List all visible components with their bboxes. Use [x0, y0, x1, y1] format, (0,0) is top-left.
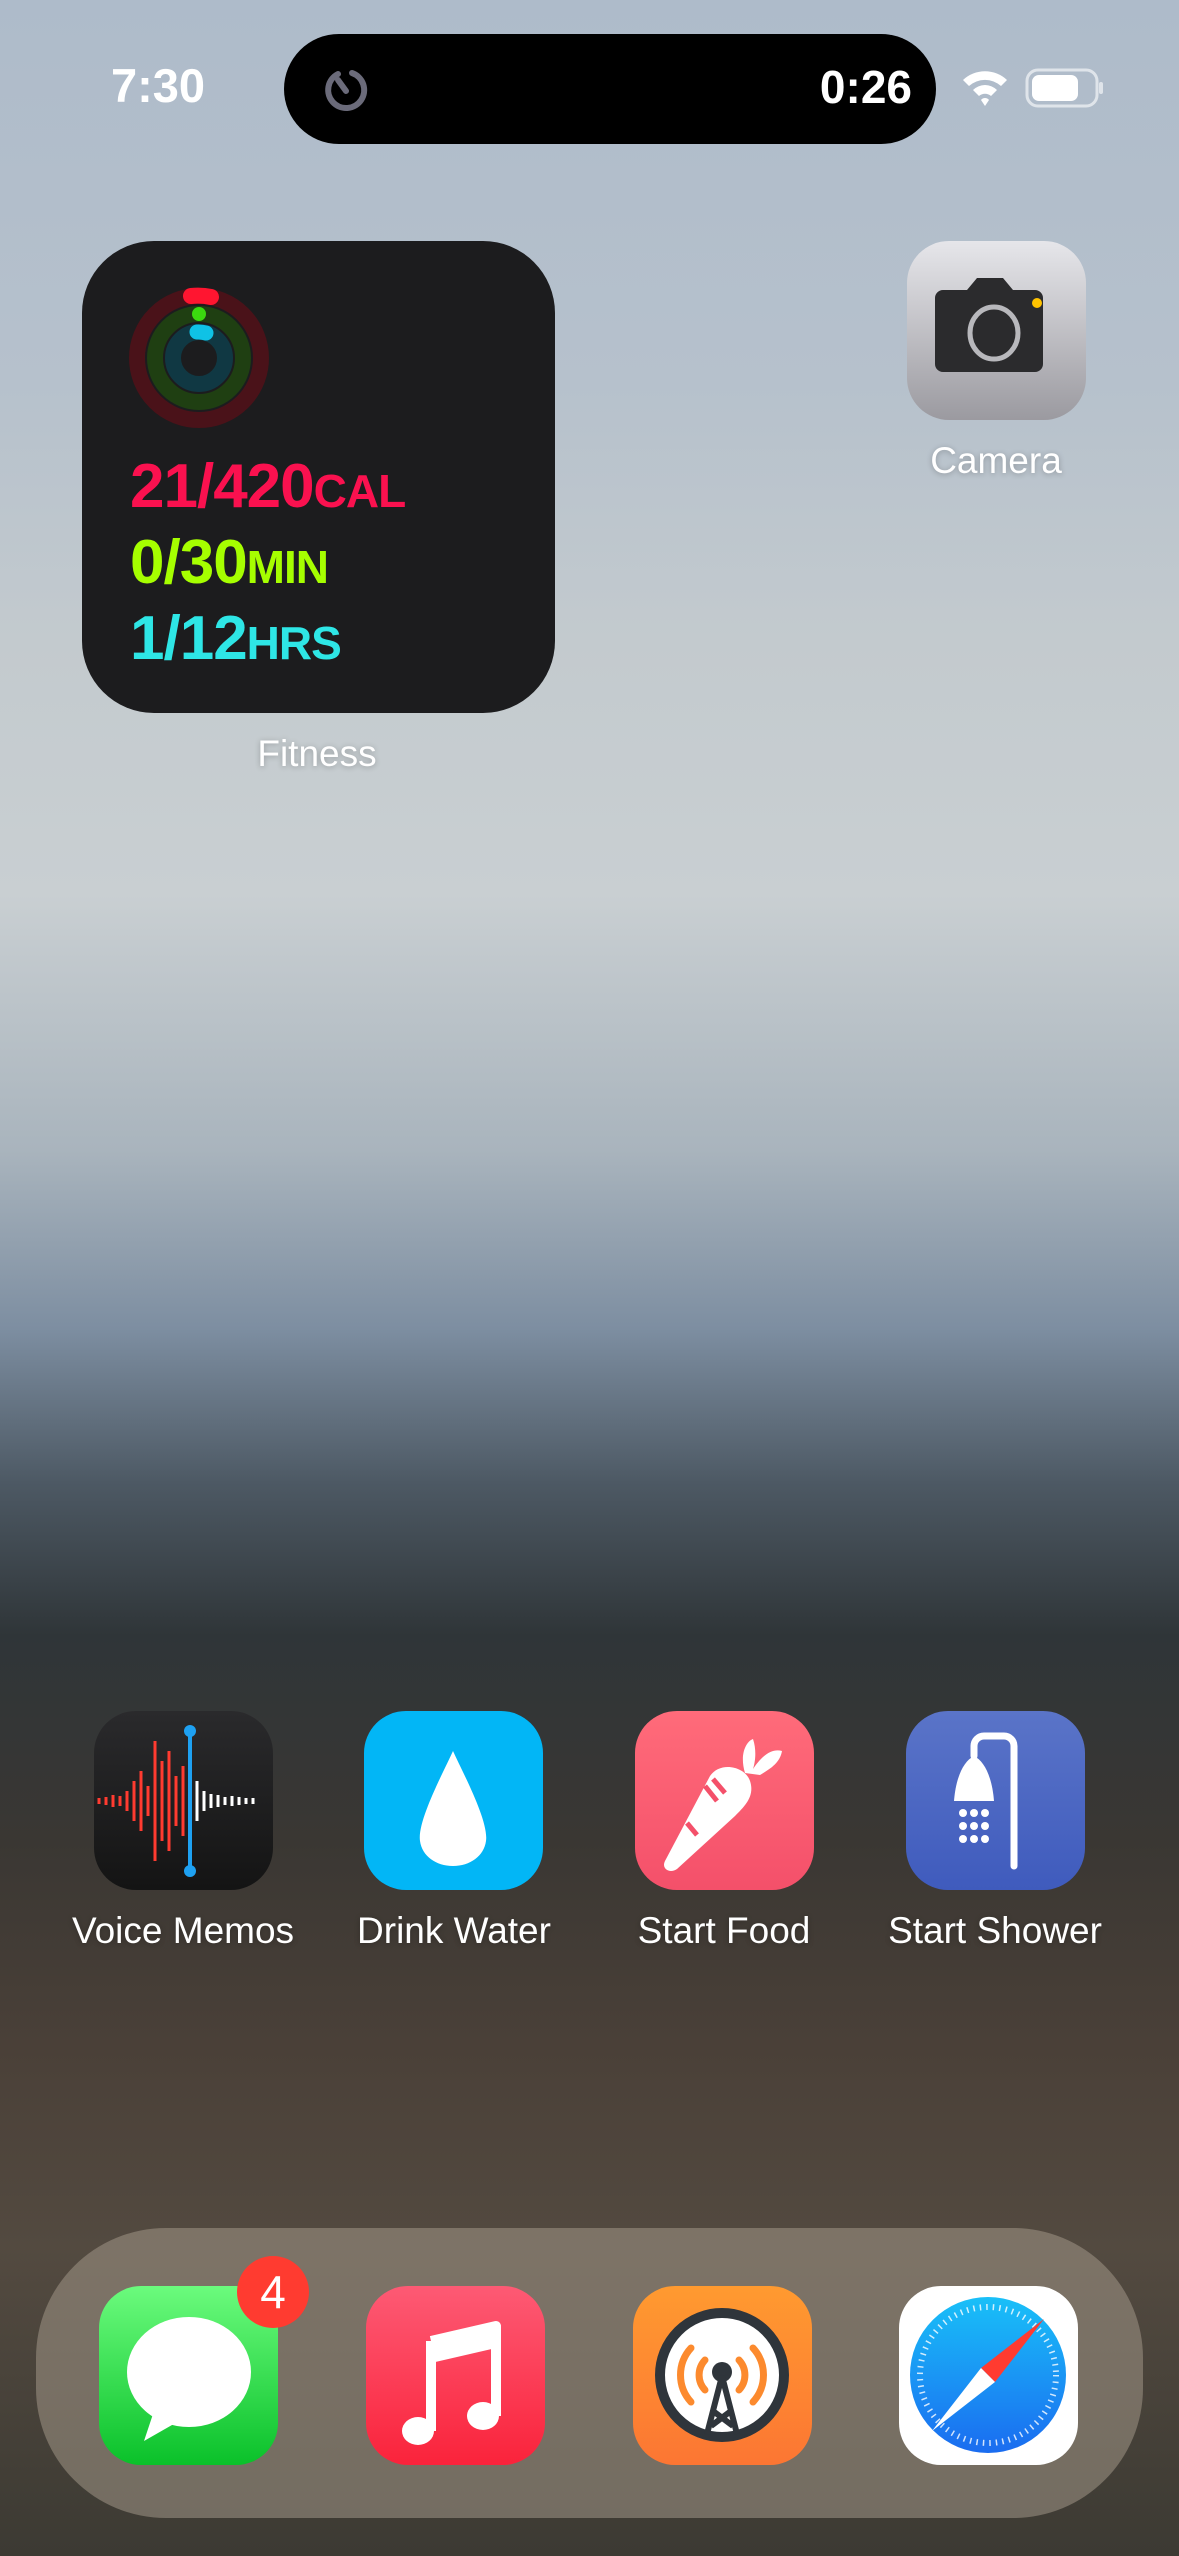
camera-icon: [935, 278, 1043, 372]
music-note-icon: [402, 2321, 501, 2445]
dynamic-island[interactable]: 0:26: [284, 34, 936, 144]
drink-water-label: Drink Water: [357, 1910, 551, 1951]
shower-icon: [954, 1732, 1018, 1870]
stand-unit: HRS: [246, 617, 342, 669]
battery-icon: [1025, 68, 1103, 108]
overcast-app[interactable]: [633, 2286, 812, 2465]
start-food-label: Start Food: [637, 1910, 811, 1951]
stand-stat: 1/12HRS: [130, 603, 342, 674]
start-shower-label: Start Shower: [888, 1910, 1102, 1951]
exercise-unit: MIN: [246, 541, 329, 593]
podcast-tower-icon: [655, 2308, 789, 2442]
wifi-icon: [963, 71, 1007, 106]
start-shower-app[interactable]: [906, 1711, 1085, 1890]
exercise-stat: 0/30MIN: [130, 527, 329, 598]
fitness-widget[interactable]: 21/420CAL 0/30MIN 1/12HRS: [82, 241, 555, 713]
camera-label: Camera: [930, 440, 1062, 481]
voice-memos-label: Voice Memos: [71, 1910, 295, 1951]
move-unit: CAL: [313, 465, 407, 517]
timer-readout: 0:26: [819, 61, 912, 113]
move-value: 21/420: [130, 452, 315, 521]
water-drop-icon: [419, 1751, 487, 1866]
messages-badge: 4: [237, 2256, 309, 2328]
status-time: 7:30: [110, 59, 206, 112]
drink-water-app[interactable]: [364, 1711, 543, 1890]
fitness-label: Fitness: [257, 733, 377, 774]
music-app[interactable]: [366, 2286, 545, 2465]
carrot-icon: [664, 1739, 782, 1872]
activity-rings-icon: [129, 287, 269, 428]
stand-value: 1/12: [130, 604, 248, 673]
voice-memos-app[interactable]: [94, 1711, 273, 1890]
timer-icon: [325, 70, 368, 111]
safari-app[interactable]: [899, 2286, 1078, 2465]
waveform-icon: [97, 1725, 255, 1877]
start-food-app[interactable]: [635, 1711, 814, 1890]
move-stat: 21/420CAL: [130, 451, 407, 522]
compass-icon: [910, 2297, 1066, 2453]
camera-app[interactable]: [907, 241, 1086, 420]
exercise-value: 0/30: [130, 528, 248, 597]
